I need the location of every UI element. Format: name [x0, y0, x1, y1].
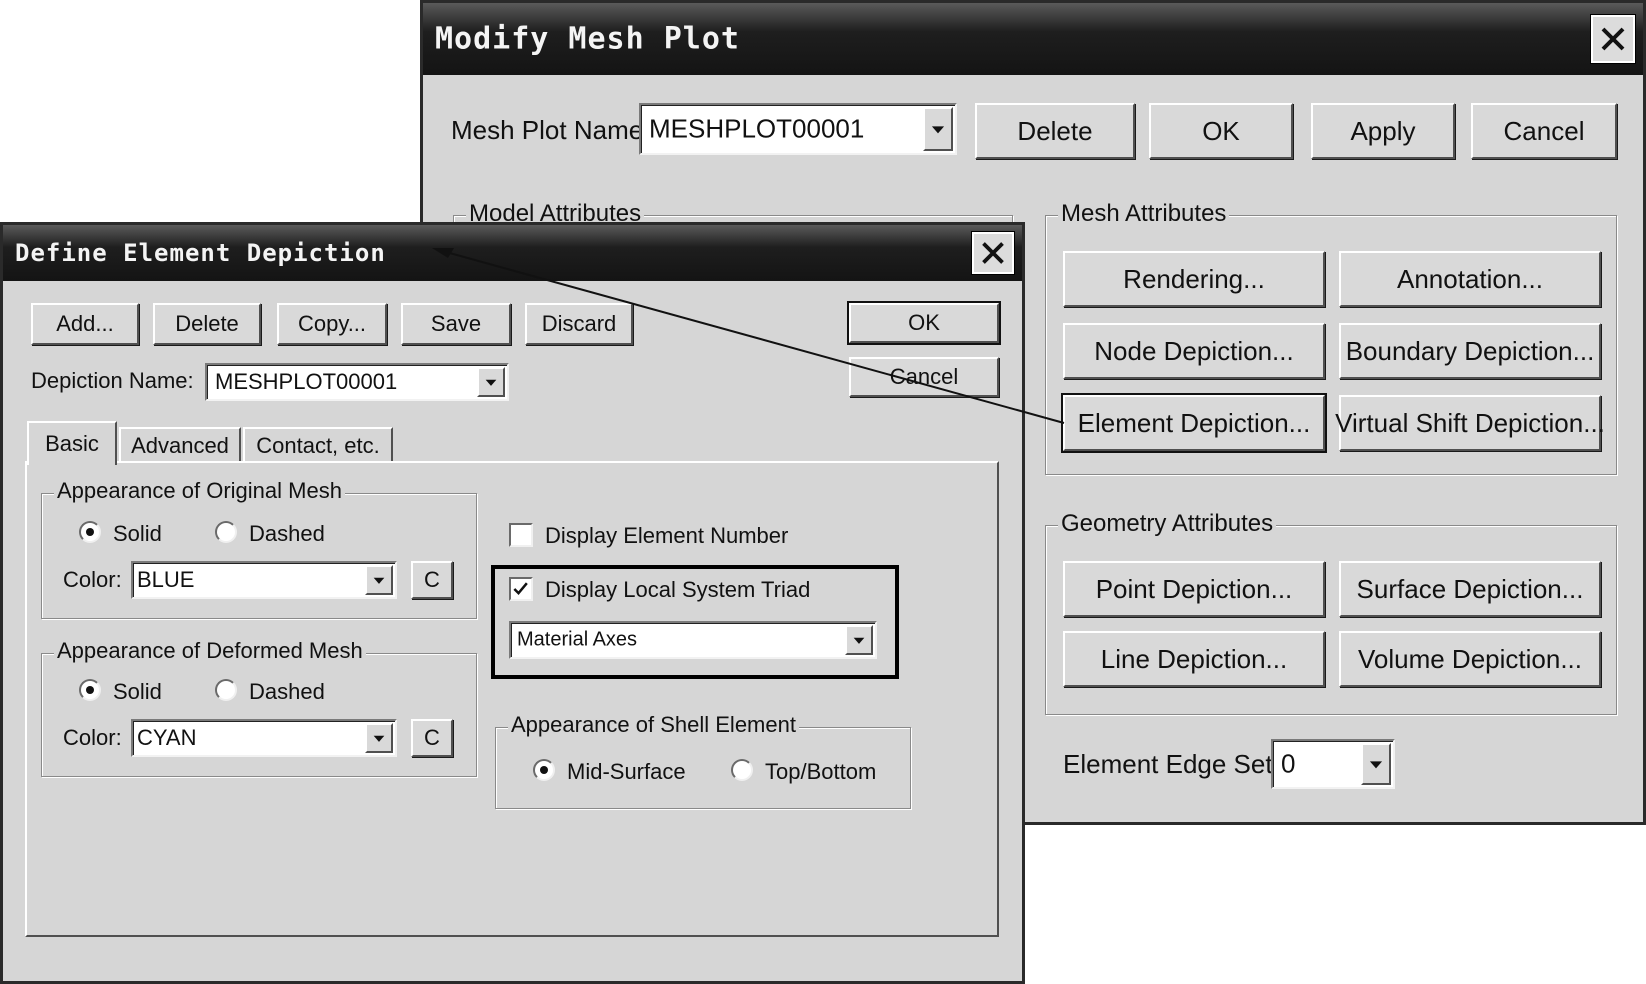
radio-dot	[540, 766, 548, 774]
deformed-mesh-title: Appearance of Deformed Mesh	[54, 638, 366, 664]
deformed-solid-label: Solid	[113, 679, 162, 704]
top-bottom-radio[interactable]	[731, 759, 753, 781]
dropdown-button[interactable]	[923, 107, 953, 151]
shell-element-title: Appearance of Shell Element	[508, 712, 799, 738]
tab-basic[interactable]: Basic	[27, 421, 117, 465]
display-element-number-checkbox[interactable]	[509, 523, 533, 547]
element-edge-set-value: 0	[1281, 748, 1296, 779]
original-dashed-label: Dashed	[249, 521, 325, 546]
original-mesh-group: Appearance of Original Mesh	[41, 478, 477, 619]
deformed-color-picker-button[interactable]: C	[411, 719, 453, 757]
original-color-label: Color:	[63, 567, 122, 592]
cancel-button[interactable]: Cancel	[1471, 103, 1617, 159]
close-button[interactable]	[971, 231, 1015, 275]
save-button[interactable]: Save	[401, 303, 511, 345]
triad-option-value: Material Axes	[517, 628, 638, 651]
depiction-name-value: MESHPLOT00001	[215, 369, 398, 394]
top-bottom-label: Top/Bottom	[765, 759, 877, 784]
define-element-depiction-titlebar[interactable]: Define Element Depiction	[3, 225, 1022, 281]
deformed-dashed-radio[interactable]	[215, 679, 237, 701]
surface-depiction-button[interactable]: Surface Depiction...	[1339, 561, 1601, 617]
mid-surface-radio[interactable]	[533, 759, 555, 781]
dropdown-button[interactable]	[365, 565, 393, 595]
original-color-picker-button[interactable]: C	[411, 561, 453, 599]
display-element-number-label: Display Element Number	[545, 523, 789, 548]
apply-button[interactable]: Apply	[1311, 103, 1455, 159]
copy-button[interactable]: Copy...	[277, 303, 387, 345]
add-button[interactable]: Add...	[31, 303, 139, 345]
deformed-color-label: Color:	[63, 725, 122, 750]
line-depiction-button[interactable]: Line Depiction...	[1063, 631, 1325, 687]
chevron-down-icon	[853, 637, 865, 644]
boundary-depiction-button[interactable]: Boundary Depiction...	[1339, 323, 1601, 379]
depiction-name-dropdown[interactable]: MESHPLOT00001	[205, 363, 509, 401]
chevron-down-icon	[373, 735, 385, 742]
chevron-down-icon	[931, 126, 945, 134]
chevron-down-icon	[373, 577, 385, 584]
mesh-plot-name-value: MESHPLOT00001	[649, 113, 865, 144]
triad-option-dropdown[interactable]: Material Axes	[509, 621, 877, 659]
tab-contact[interactable]: Contact, etc.	[243, 427, 393, 463]
ok-button[interactable]: OK	[1149, 103, 1293, 159]
annotation-button[interactable]: Annotation...	[1339, 251, 1601, 307]
mesh-plot-name-dropdown[interactable]: MESHPLOT00001	[639, 103, 957, 155]
chevron-down-icon	[1369, 761, 1383, 769]
original-color-dropdown[interactable]: BLUE	[131, 561, 397, 599]
element-depiction-button[interactable]: Element Depiction...	[1061, 393, 1327, 453]
depiction-name-label: Depiction Name:	[31, 368, 194, 393]
rendering-button[interactable]: Rendering...	[1063, 251, 1325, 307]
define-element-depiction-window: Define Element Depiction Add... Delete C…	[0, 222, 1025, 984]
window-title: Modify Mesh Plot	[435, 21, 740, 57]
radio-dot	[86, 528, 94, 536]
dropdown-button[interactable]	[845, 625, 873, 655]
window-title: Define Element Depiction	[15, 239, 386, 267]
deformed-mesh-group: Appearance of Deformed Mesh	[41, 638, 477, 777]
dropdown-button[interactable]	[477, 367, 505, 397]
modify-mesh-plot-titlebar[interactable]: Modify Mesh Plot	[423, 3, 1643, 75]
original-solid-radio[interactable]	[79, 521, 101, 543]
radio-dot	[86, 686, 94, 694]
discard-button[interactable]: Discard	[525, 303, 633, 345]
original-solid-label: Solid	[113, 521, 162, 546]
tab-advanced[interactable]: Advanced	[119, 427, 241, 463]
delete-button[interactable]: Delete	[975, 103, 1135, 159]
close-icon	[1601, 27, 1625, 51]
point-depiction-button[interactable]: Point Depiction...	[1063, 561, 1325, 617]
virtual-shift-depiction-button[interactable]: Virtual Shift Depiction...	[1335, 395, 1605, 451]
close-button[interactable]	[1590, 14, 1636, 64]
volume-depiction-button[interactable]: Volume Depiction...	[1339, 631, 1601, 687]
ok-button[interactable]: OK	[847, 301, 1001, 345]
mid-surface-label: Mid-Surface	[567, 759, 686, 784]
deformed-color-value: CYAN	[137, 725, 197, 750]
deformed-color-dropdown[interactable]: CYAN	[131, 719, 397, 757]
geometry-attributes-title: Geometry Attributes	[1058, 510, 1277, 538]
original-color-value: BLUE	[137, 567, 195, 592]
cancel-button[interactable]: Cancel	[849, 357, 999, 397]
node-depiction-button[interactable]: Node Depiction...	[1063, 323, 1325, 379]
element-edge-set-dropdown[interactable]: 0	[1271, 739, 1395, 789]
display-local-system-triad-label: Display Local System Triad	[545, 577, 811, 602]
dropdown-button[interactable]	[365, 723, 393, 753]
deformed-solid-radio[interactable]	[79, 679, 101, 701]
element-edge-set-label: Element Edge Set:	[1063, 749, 1280, 779]
deformed-dashed-label: Dashed	[249, 679, 325, 704]
original-mesh-title: Appearance of Original Mesh	[54, 478, 345, 504]
original-dashed-radio[interactable]	[215, 521, 237, 543]
mesh-plot-name-label: Mesh Plot Name:	[451, 115, 651, 145]
mesh-attributes-title: Mesh Attributes	[1058, 200, 1230, 228]
close-icon	[982, 242, 1004, 264]
delete-button[interactable]: Delete	[153, 303, 261, 345]
display-local-system-triad-checkbox[interactable]	[509, 577, 533, 601]
checkmark-icon	[513, 582, 528, 596]
dropdown-button[interactable]	[1361, 743, 1391, 785]
chevron-down-icon	[485, 379, 497, 386]
